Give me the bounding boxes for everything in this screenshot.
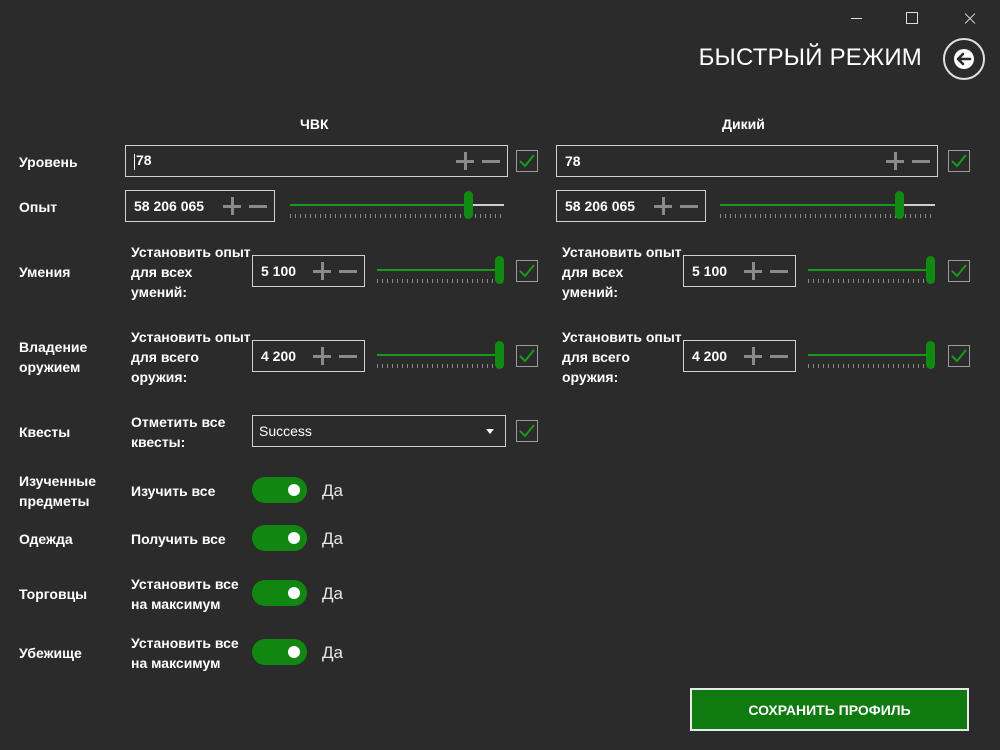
pmc-skills-slider[interactable] <box>377 253 504 289</box>
chevron-down-icon <box>486 429 494 434</box>
pmc-skills-label: Установить опыт для всех умений: <box>131 244 251 300</box>
scav-experience-input[interactable]: 58 206 065 <box>556 190 706 222</box>
pmc-weapons-slider[interactable] <box>377 338 504 374</box>
slider-thumb[interactable] <box>464 191 473 219</box>
row-label-hideout: Убежище <box>19 645 82 661</box>
scav-level-checkbox[interactable] <box>948 150 970 172</box>
minus-icon[interactable] <box>481 151 501 171</box>
checkmark-icon <box>951 264 967 278</box>
scav-level-input[interactable]: 78 <box>556 145 938 177</box>
scav-weapons-slider[interactable] <box>808 338 935 374</box>
row-label-level: Уровень <box>19 154 78 170</box>
row-label-experience: Опыт <box>19 199 58 215</box>
scav-skills-value: 5 100 <box>692 263 728 279</box>
plus-icon[interactable] <box>455 151 475 171</box>
pmc-experience-input[interactable]: 58 206 065 <box>125 190 275 222</box>
minus-icon[interactable] <box>679 196 699 216</box>
pmc-level-input[interactable]: 78 <box>125 145 508 177</box>
traders-label: Установить все на максимум <box>131 576 239 612</box>
traders-toggle-text: Да <box>322 584 343 603</box>
clothing-label: Получить все <box>131 531 226 547</box>
minus-icon[interactable] <box>338 261 358 281</box>
plus-icon[interactable] <box>312 346 332 366</box>
back-button[interactable] <box>943 38 985 80</box>
row-label-clothing: Одежда <box>19 531 73 547</box>
row-label-quests: Квесты <box>19 424 71 440</box>
plus-icon[interactable] <box>743 346 763 366</box>
minus-icon[interactable] <box>338 346 358 366</box>
plus-icon[interactable] <box>312 261 332 281</box>
checkmark-icon <box>951 154 967 168</box>
pmc-skills-input[interactable]: 5 100 <box>252 255 365 287</box>
arrow-left-icon <box>954 49 974 69</box>
checkmark-icon <box>519 349 535 363</box>
scav-skills-slider[interactable] <box>808 253 935 289</box>
hideout-toggle-text: Да <box>322 643 343 662</box>
minus-icon[interactable] <box>248 196 268 216</box>
pmc-weapons-label: Установить опыт для всего оружия: <box>131 329 251 385</box>
scav-weapons-value: 4 200 <box>692 348 728 364</box>
checkmark-icon <box>519 424 535 438</box>
checkmark-icon <box>951 349 967 363</box>
examined-toggle[interactable] <box>252 477 307 503</box>
scav-experience-value: 58 206 065 <box>565 198 636 214</box>
quests-label: Отметить все квесты: <box>131 414 226 450</box>
minus-icon[interactable] <box>911 151 931 171</box>
pmc-experience-slider[interactable] <box>290 188 504 224</box>
scav-weapons-input[interactable]: 4 200 <box>683 340 796 372</box>
pmc-level-value: 78 <box>136 152 152 169</box>
slider-thumb[interactable] <box>926 256 935 284</box>
save-profile-button[interactable]: СОХРАНИТЬ ПРОФИЛЬ <box>690 688 969 731</box>
hideout-toggle[interactable] <box>252 639 307 665</box>
scav-skills-checkbox[interactable] <box>948 260 970 282</box>
pmc-weapons-checkbox[interactable] <box>516 345 538 367</box>
minus-icon[interactable] <box>769 346 789 366</box>
plus-icon[interactable] <box>222 196 242 216</box>
quests-status-value: Success <box>259 423 312 439</box>
plus-icon[interactable] <box>885 151 905 171</box>
minimize-icon[interactable] <box>846 8 866 28</box>
pmc-skills-value: 5 100 <box>261 263 297 279</box>
scav-weapons-label: Установить опыт для всего оружия: <box>562 329 682 385</box>
examined-toggle-text: Да <box>322 481 343 500</box>
slider-thumb[interactable] <box>895 191 904 219</box>
slider-thumb[interactable] <box>495 256 504 284</box>
row-label-examined: Изученные предметы <box>19 473 97 509</box>
pmc-level-checkbox[interactable] <box>516 150 538 172</box>
hideout-label: Установить все на максимум <box>131 635 239 671</box>
quests-checkbox[interactable] <box>516 420 538 442</box>
pmc-weapons-input[interactable]: 4 200 <box>252 340 365 372</box>
pmc-skills-checkbox[interactable] <box>516 260 538 282</box>
scav-level-value: 78 <box>565 153 581 169</box>
slider-thumb[interactable] <box>926 341 935 369</box>
slider-thumb[interactable] <box>495 341 504 369</box>
row-label-skills: Умения <box>19 264 71 280</box>
traders-toggle[interactable] <box>252 580 307 606</box>
row-label-weapons: Владение оружием <box>19 339 88 375</box>
close-icon[interactable] <box>960 8 980 28</box>
plus-icon[interactable] <box>653 196 673 216</box>
maximize-icon[interactable] <box>902 8 922 28</box>
page-title: БЫСТРЫЙ РЕЖИМ <box>698 44 922 71</box>
clothing-toggle-text: Да <box>322 529 343 548</box>
scav-weapons-checkbox[interactable] <box>948 345 970 367</box>
plus-icon[interactable] <box>743 261 763 281</box>
clothing-toggle[interactable] <box>252 525 307 551</box>
scav-skills-input[interactable]: 5 100 <box>683 255 796 287</box>
minus-icon[interactable] <box>769 261 789 281</box>
pmc-experience-value: 58 206 065 <box>134 198 205 214</box>
examined-label: Изучить все <box>131 483 216 499</box>
row-label-traders: Торговцы <box>19 586 88 602</box>
column-header-scav: Дикий <box>722 116 765 132</box>
column-header-pmc: ЧВК <box>300 116 329 132</box>
pmc-weapons-value: 4 200 <box>261 348 297 364</box>
scav-experience-slider[interactable] <box>720 188 935 224</box>
scav-skills-label: Установить опыт для всех умений: <box>562 244 682 300</box>
checkmark-icon <box>519 154 535 168</box>
quests-status-select[interactable]: Success <box>252 415 506 447</box>
checkmark-icon <box>519 264 535 278</box>
